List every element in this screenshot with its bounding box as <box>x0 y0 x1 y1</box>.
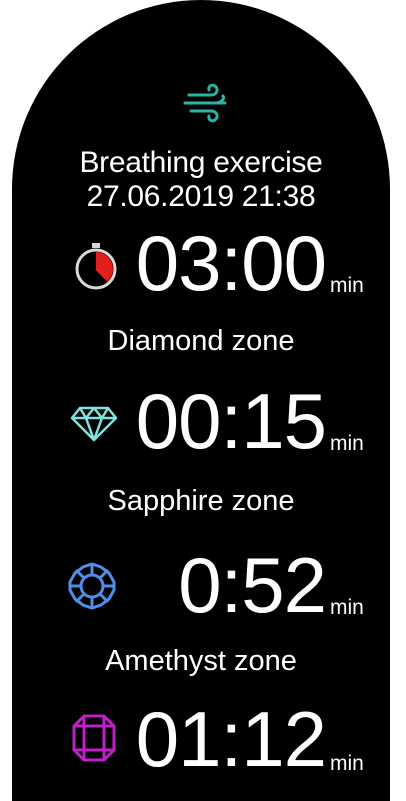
amethyst-zone-label: Amethyst zone <box>105 645 297 677</box>
amethyst-zone-value: 01:12 <box>135 695 327 783</box>
sapphire-icon <box>68 562 116 610</box>
amethyst-icon <box>72 714 116 762</box>
sapphire-zone-unit: min <box>330 596 364 619</box>
diamond-zone-row: 00:15 min <box>12 376 390 466</box>
total-duration-value: 03:00 <box>135 219 327 307</box>
stopwatch-icon <box>75 243 117 290</box>
exercise-datetime: 27.06.2019 21:38 <box>86 180 316 213</box>
diamond-zone-value: 00:15 <box>135 377 327 465</box>
exercise-title: Breathing exercise <box>79 146 323 179</box>
total-duration-unit: min <box>330 274 364 297</box>
diamond-zone-unit: min <box>330 432 364 455</box>
watch-screen: Breathing exercise 27.06.2019 21:38 03:0… <box>12 0 390 801</box>
sapphire-zone-label: Sapphire zone <box>107 485 295 517</box>
sapphire-zone-value: 0:52 <box>178 541 327 629</box>
amethyst-zone-unit: min <box>330 752 364 775</box>
diamond-icon <box>70 406 118 442</box>
total-duration-row: 03:00 min <box>12 218 390 308</box>
amethyst-zone-row: 01:12 min <box>12 694 390 784</box>
diamond-zone-label: Diamond zone <box>107 325 295 357</box>
wind-icon <box>183 83 227 123</box>
sapphire-zone-row: 0:52 min <box>12 540 390 630</box>
